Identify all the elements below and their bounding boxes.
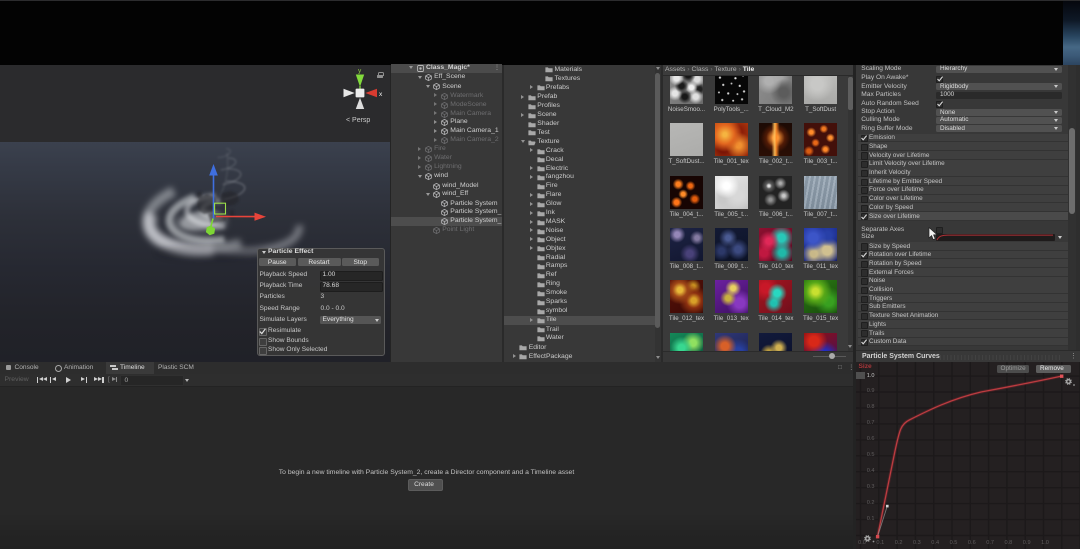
svg-text:y: y [358,68,362,75]
svg-text:x: x [379,91,383,98]
